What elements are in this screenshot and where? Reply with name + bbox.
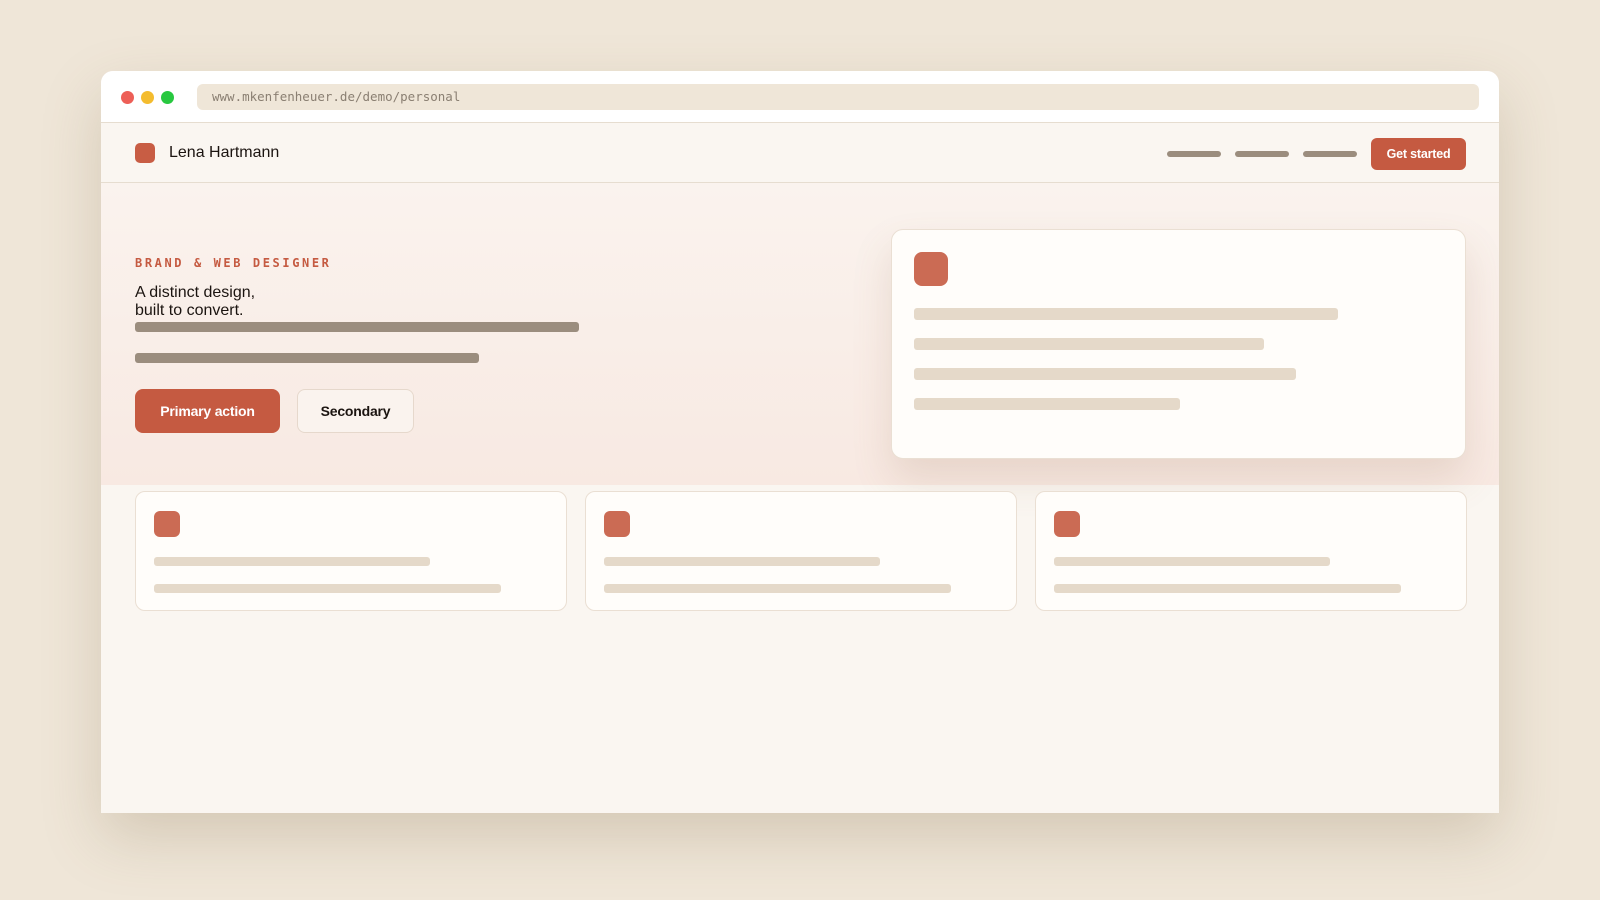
tile-icon bbox=[604, 511, 630, 537]
feature-tile[interactable] bbox=[585, 491, 1017, 611]
tile-text-placeholder bbox=[154, 584, 501, 593]
card-text-placeholder bbox=[914, 308, 1338, 320]
feature-tile[interactable] bbox=[135, 491, 567, 611]
logo-icon[interactable] bbox=[135, 143, 155, 163]
brand-name[interactable]: Lena Hartmann bbox=[169, 143, 279, 163]
card-text-placeholder bbox=[914, 398, 1180, 410]
tile-icon bbox=[1054, 511, 1080, 537]
nav-item-placeholder[interactable] bbox=[1303, 151, 1357, 157]
hero-eyebrow: BRAND & WEB DESIGNER bbox=[135, 256, 332, 270]
browser-window: www.mkenfenheuer.de/demo/personal Lena H… bbox=[101, 71, 1499, 813]
body-text-placeholder bbox=[135, 353, 479, 363]
close-window-icon[interactable] bbox=[121, 91, 134, 104]
headline-line: built to convert. bbox=[135, 302, 244, 319]
card-text-placeholder bbox=[914, 338, 1264, 350]
headline-line: A distinct design, bbox=[135, 284, 256, 301]
tile-icon bbox=[154, 511, 180, 537]
hero-headline: A distinct design, built to convert. bbox=[135, 284, 255, 320]
secondary-button[interactable]: Secondary bbox=[297, 389, 414, 433]
tile-text-placeholder bbox=[604, 584, 951, 593]
body-text-placeholder bbox=[135, 322, 579, 332]
nav-item-placeholder[interactable] bbox=[1235, 151, 1289, 157]
hero-feature-card bbox=[891, 229, 1466, 459]
tile-text-placeholder bbox=[1054, 584, 1401, 593]
tile-text-placeholder bbox=[604, 557, 880, 566]
browser-chrome: www.mkenfenheuer.de/demo/personal bbox=[101, 71, 1499, 123]
primary-action-button[interactable]: Primary action bbox=[135, 389, 280, 433]
nav-item-placeholder[interactable] bbox=[1167, 151, 1221, 157]
feature-tile[interactable] bbox=[1035, 491, 1467, 611]
card-icon bbox=[914, 252, 948, 286]
minimize-window-icon[interactable] bbox=[141, 91, 154, 104]
site-header: Lena Hartmann Get started bbox=[101, 123, 1499, 183]
maximize-window-icon[interactable] bbox=[161, 91, 174, 104]
card-text-placeholder bbox=[914, 368, 1296, 380]
get-started-button[interactable]: Get started bbox=[1371, 138, 1466, 170]
hero-section: BRAND & WEB DESIGNER A distinct design, … bbox=[101, 183, 1499, 485]
feature-tiles bbox=[101, 485, 1499, 813]
tile-text-placeholder bbox=[1054, 557, 1330, 566]
address-bar[interactable]: www.mkenfenheuer.de/demo/personal bbox=[197, 84, 1479, 110]
tile-text-placeholder bbox=[154, 557, 430, 566]
